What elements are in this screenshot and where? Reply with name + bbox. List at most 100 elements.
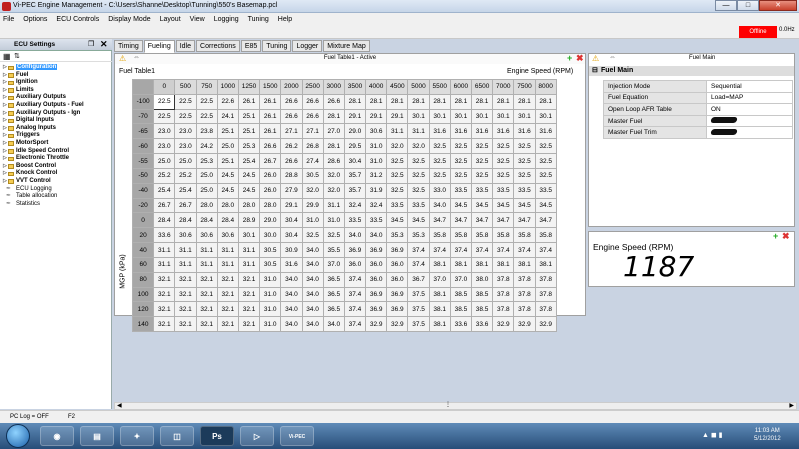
fuel-cell[interactable]: 33.5 — [470, 182, 494, 199]
fuel-cell[interactable]: 34.5 — [386, 212, 409, 229]
fuel-cell[interactable]: 36.9 — [343, 242, 367, 258]
fuel-cell[interactable]: 30.9 — [280, 242, 303, 258]
fuel-cell[interactable]: 32.5 — [492, 138, 515, 155]
menu-item-logging[interactable]: Logging — [214, 16, 239, 23]
mgp-header-cell[interactable]: 80 — [131, 271, 155, 288]
fuel-cell[interactable]: 34.7 — [513, 212, 536, 229]
fuel-cell[interactable]: 22.5 — [195, 93, 218, 110]
fuel-cell[interactable]: 31.6 — [534, 123, 557, 140]
fuel-cell[interactable]: 32.1 — [174, 271, 197, 288]
expand-icon[interactable]: ▷ — [3, 178, 7, 186]
fuel-cell[interactable]: 37.4 — [428, 242, 451, 258]
scroll-left-icon[interactable]: ◀ — [117, 402, 122, 409]
fuel-cell[interactable]: 26.1 — [259, 123, 282, 140]
mgp-header-cell[interactable]: 60 — [131, 256, 155, 273]
fuel-cell[interactable]: 28.9 — [237, 212, 261, 229]
tab-corrections[interactable]: Corrections — [196, 40, 240, 52]
fuel-cell[interactable]: 34.0 — [428, 197, 451, 214]
fuel-cell[interactable]: 31.0 — [322, 212, 345, 229]
tree-item-motorsport[interactable]: ▷ MotorSport — [0, 140, 112, 148]
fuel-cell[interactable]: 29.0 — [259, 212, 282, 229]
fuel-cell[interactable]: 37.4 — [343, 316, 367, 333]
fuel-cell[interactable]: 29.5 — [343, 138, 367, 155]
tree-item-ecu-logging[interactable]: ✒ ECU Logging — [0, 186, 112, 194]
fuel-cell[interactable]: 32.1 — [237, 271, 261, 288]
fuel-cell[interactable]: 35.8 — [449, 227, 473, 244]
fuel-cell[interactable]: 38.1 — [513, 256, 536, 273]
mgp-header-cell[interactable]: 20 — [131, 227, 155, 244]
fuel-cell[interactable]: 37.8 — [492, 271, 515, 288]
fuel-cell[interactable]: 28.4 — [153, 212, 176, 229]
expand-icon[interactable]: ▷ — [3, 170, 7, 178]
pin-icon[interactable]: ❒ — [88, 40, 94, 48]
fuel-cell[interactable]: 24.1 — [216, 108, 239, 125]
fuel-cell[interactable]: 31.1 — [216, 242, 239, 258]
menu-item-display-mode[interactable]: Display Mode — [108, 16, 150, 23]
fuel-cell[interactable]: 37.4 — [407, 256, 430, 273]
fuel-cell[interactable]: 26.8 — [301, 138, 324, 155]
fuel-cell[interactable]: 32.5 — [386, 182, 409, 199]
tree-item-limits[interactable]: ▷ Limits — [0, 87, 112, 95]
fuel-cell[interactable]: 32.0 — [322, 182, 345, 199]
fuel-cell[interactable]: 29.0 — [343, 123, 367, 140]
rpm-header-cell[interactable]: 3000 — [322, 79, 345, 95]
fuel-cell[interactable]: 28.8 — [280, 167, 303, 184]
fuel-cell[interactable]: 26.0 — [259, 167, 282, 184]
fuel-cell[interactable]: 27.1 — [280, 123, 303, 140]
rpm-header-cell[interactable]: 500 — [174, 79, 197, 95]
fuel-cell[interactable]: 38.5 — [470, 301, 494, 318]
fuel-cell[interactable]: 30.5 — [259, 256, 282, 273]
scroll-right-icon[interactable]: ▶ — [789, 402, 794, 409]
expand-icon[interactable]: ▷ — [3, 72, 7, 80]
fuel-cell[interactable]: 32.9 — [513, 316, 536, 333]
fuel-cell[interactable]: 32.1 — [174, 316, 197, 333]
fuel-cell[interactable]: 32.9 — [365, 316, 388, 333]
add-icon[interactable]: + — [773, 231, 778, 241]
fuel-cell[interactable]: 28.1 — [322, 108, 345, 125]
fuel-cell[interactable]: 24.5 — [237, 182, 261, 199]
fuel-cell[interactable]: 31.1 — [386, 123, 409, 140]
fuel-cell[interactable]: 38.5 — [449, 301, 473, 318]
rpm-header-cell[interactable]: 5500 — [428, 79, 451, 95]
fuel-cell[interactable]: 32.5 — [449, 167, 473, 184]
fuel-cell[interactable]: 28.6 — [322, 153, 345, 169]
tab-timing[interactable]: Timing — [114, 40, 143, 52]
fuel-cell[interactable]: 31.0 — [259, 286, 282, 303]
fuel-cell[interactable]: 33.5 — [534, 182, 557, 199]
fuel-cell[interactable]: 23.0 — [153, 123, 176, 140]
fuel-cell[interactable]: 34.5 — [407, 212, 430, 229]
fuel-cell[interactable]: 36.5 — [322, 271, 345, 288]
fuel-cell[interactable]: 30.0 — [259, 227, 282, 244]
fuel-cell[interactable]: 31.1 — [216, 256, 239, 273]
tree-item-analog-inputs[interactable]: ▷ Analog Inputs — [0, 125, 112, 133]
fuel-cell[interactable]: 37.8 — [534, 286, 557, 303]
mgp-header-cell[interactable]: -65 — [131, 123, 155, 140]
tree-item-vvt-control[interactable]: ▷ VVT Control — [0, 178, 112, 186]
categorized-icon[interactable]: ▦ — [3, 52, 11, 61]
fuel-cell[interactable]: 32.5 — [428, 153, 451, 169]
fuel-cell[interactable]: 32.5 — [513, 138, 536, 155]
fuel-cell[interactable]: 31.6 — [428, 123, 451, 140]
rpm-header-cell[interactable]: 2500 — [301, 79, 324, 95]
fuel-cell[interactable]: 30.1 — [237, 227, 261, 244]
axis-swap-icon[interactable]: ⇔ — [609, 54, 616, 61]
fuel-cell[interactable]: 34.0 — [280, 286, 303, 303]
fuel-cell[interactable]: 26.1 — [237, 93, 261, 110]
start-button[interactable] — [6, 424, 30, 448]
fuel-cell[interactable]: 32.1 — [237, 316, 261, 333]
fuel-cell[interactable]: 35.8 — [428, 227, 451, 244]
fuel-cell[interactable]: 28.1 — [513, 93, 536, 110]
fuel-cell[interactable]: 32.0 — [386, 138, 409, 155]
fuel-cell[interactable]: 23.0 — [153, 138, 176, 155]
fuel-cell[interactable]: 25.0 — [153, 153, 176, 169]
fuel-cell[interactable]: 31.0 — [259, 316, 282, 333]
fuel-cell[interactable]: 26.1 — [259, 108, 282, 125]
rpm-header-cell[interactable]: 1000 — [216, 79, 239, 95]
fuel-cell[interactable]: 32.5 — [470, 153, 494, 169]
fuel-cell[interactable]: 38.1 — [428, 301, 451, 318]
fuel-cell[interactable]: 30.1 — [513, 108, 536, 125]
fuel-cell[interactable]: 38.1 — [428, 286, 451, 303]
fuel-cell[interactable]: 37.0 — [322, 256, 345, 273]
fuel-cell[interactable]: 34.0 — [301, 286, 324, 303]
fuel-cell[interactable]: 31.6 — [470, 123, 494, 140]
